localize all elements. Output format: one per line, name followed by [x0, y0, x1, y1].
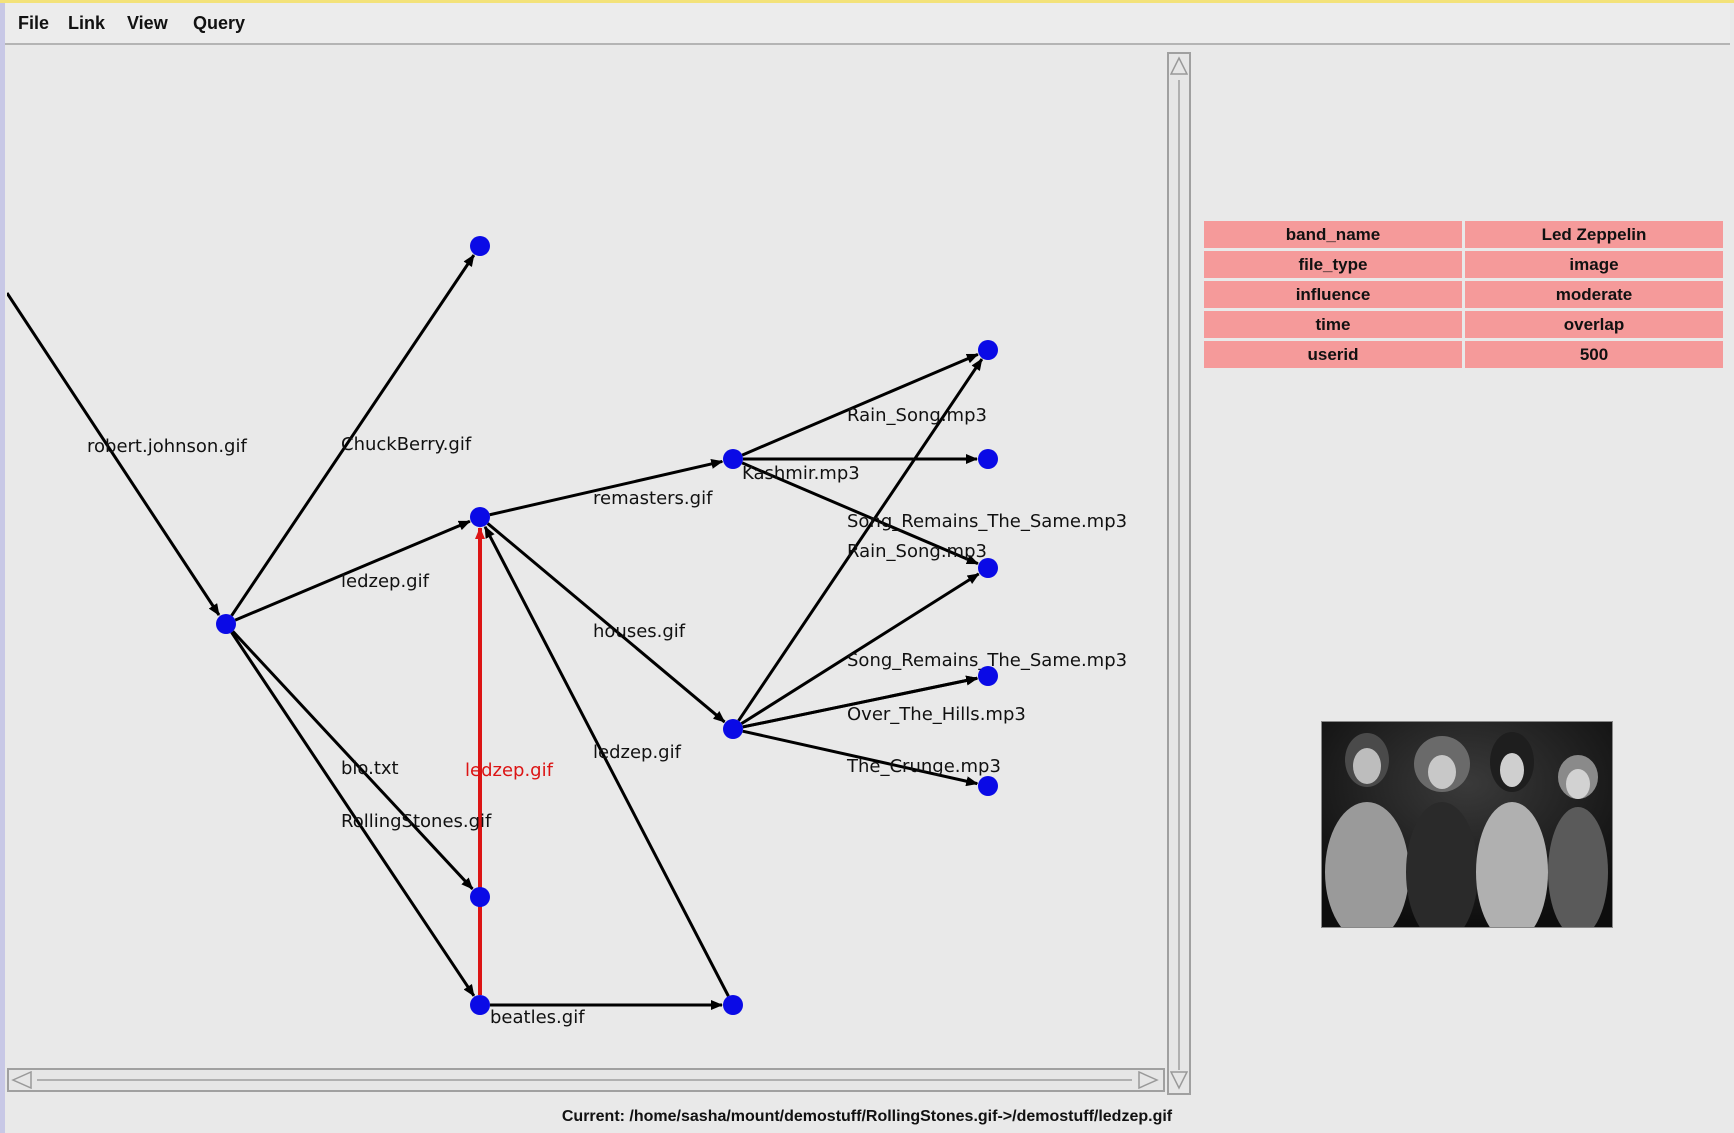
attribute-row: band_name Led Zeppelin: [1204, 221, 1723, 248]
edge-label[interactable]: RollingStones.gif: [341, 811, 492, 832]
edge-label[interactable]: ledzep.gif: [341, 571, 430, 592]
graph-canvas[interactable]: robert.johnson.gif ChuckBerry.gif ledzep.g…: [7, 50, 1165, 1067]
graph-node[interactable]: [978, 776, 998, 796]
attribute-row: time overlap: [1204, 311, 1723, 338]
graph-node[interactable]: [470, 507, 490, 527]
edge-label[interactable]: Over_The_Hills.mp3: [847, 704, 1026, 725]
attribute-row: influence moderate: [1204, 281, 1723, 308]
graph-node[interactable]: [723, 995, 743, 1015]
edge-label[interactable]: robert.johnson.gif: [87, 436, 247, 457]
band-photo-image: [1322, 722, 1612, 927]
vertical-scrollbar[interactable]: [1167, 52, 1191, 1095]
attribute-row: userid 500: [1204, 341, 1723, 368]
graph-node[interactable]: [470, 995, 490, 1015]
status-bar-current-path: Current: /home/sasha/mount/demostuff/Rol…: [561, 1108, 1173, 1125]
menu-link[interactable]: Link: [68, 13, 105, 34]
edge-label-selected[interactable]: ledzep.gif: [465, 760, 554, 781]
edge-label[interactable]: The_Crunge.mp3: [846, 756, 1001, 777]
edge-label[interactable]: Rain_Song.mp3: [847, 541, 987, 562]
window-left-strip: [0, 3, 5, 1133]
graph-node[interactable]: [978, 340, 998, 360]
graph-node[interactable]: [470, 236, 490, 256]
graph-node[interactable]: [978, 666, 998, 686]
menu-view[interactable]: View: [127, 13, 168, 34]
graph-node[interactable]: [723, 449, 743, 469]
attribute-value: Led Zeppelin: [1465, 221, 1723, 248]
edge-label[interactable]: ChuckBerry.gif: [341, 434, 472, 455]
attribute-value: overlap: [1465, 311, 1723, 338]
edge-label[interactable]: remasters.gif: [593, 488, 713, 509]
graph-node[interactable]: [470, 887, 490, 907]
attribute-row: file_type image: [1204, 251, 1723, 278]
horizontal-scroll-track: [37, 1079, 1132, 1081]
edge-label[interactable]: Kashmir.mp3: [742, 463, 860, 484]
attribute-key: time: [1204, 311, 1462, 338]
attribute-key: file_type: [1204, 251, 1462, 278]
attribute-key: band_name: [1204, 221, 1462, 248]
vertical-scroll-track: [1178, 80, 1180, 1070]
graph-svg[interactable]: robert.johnson.gif ChuckBerry.gif ledzep.g…: [7, 50, 1165, 1067]
edge-label[interactable]: houses.gif: [593, 621, 686, 642]
attribute-value: moderate: [1465, 281, 1723, 308]
attribute-value: 500: [1465, 341, 1723, 368]
attribute-key: userid: [1204, 341, 1462, 368]
graph-node[interactable]: [216, 614, 236, 634]
edge-label[interactable]: bio.txt: [341, 758, 399, 779]
edge-label[interactable]: beatles.gif: [490, 1007, 585, 1028]
band-photo: [1321, 721, 1613, 928]
attribute-key: influence: [1204, 281, 1462, 308]
menu-query[interactable]: Query: [193, 13, 245, 34]
edge-label[interactable]: Rain_Song.mp3: [847, 405, 987, 426]
horizontal-scrollbar[interactable]: [7, 1068, 1165, 1092]
scroll-down-arrow-icon[interactable]: [1170, 1070, 1188, 1090]
graph-node[interactable]: [723, 719, 743, 739]
graph-node[interactable]: [978, 449, 998, 469]
graph-node[interactable]: [978, 558, 998, 578]
attribute-table: band_name Led Zeppelin file_type image i…: [1201, 218, 1726, 371]
scroll-up-arrow-icon[interactable]: [1170, 56, 1188, 76]
menu-bar: File Link View Query: [5, 3, 1730, 45]
edge-label[interactable]: ledzep.gif: [593, 742, 682, 763]
edge-label[interactable]: Song_Remains_The_Same.mp3: [847, 511, 1127, 532]
scroll-right-arrow-icon[interactable]: [1137, 1071, 1159, 1089]
scroll-left-arrow-icon[interactable]: [11, 1071, 33, 1089]
attribute-value: image: [1465, 251, 1723, 278]
menu-file[interactable]: File: [18, 13, 49, 34]
